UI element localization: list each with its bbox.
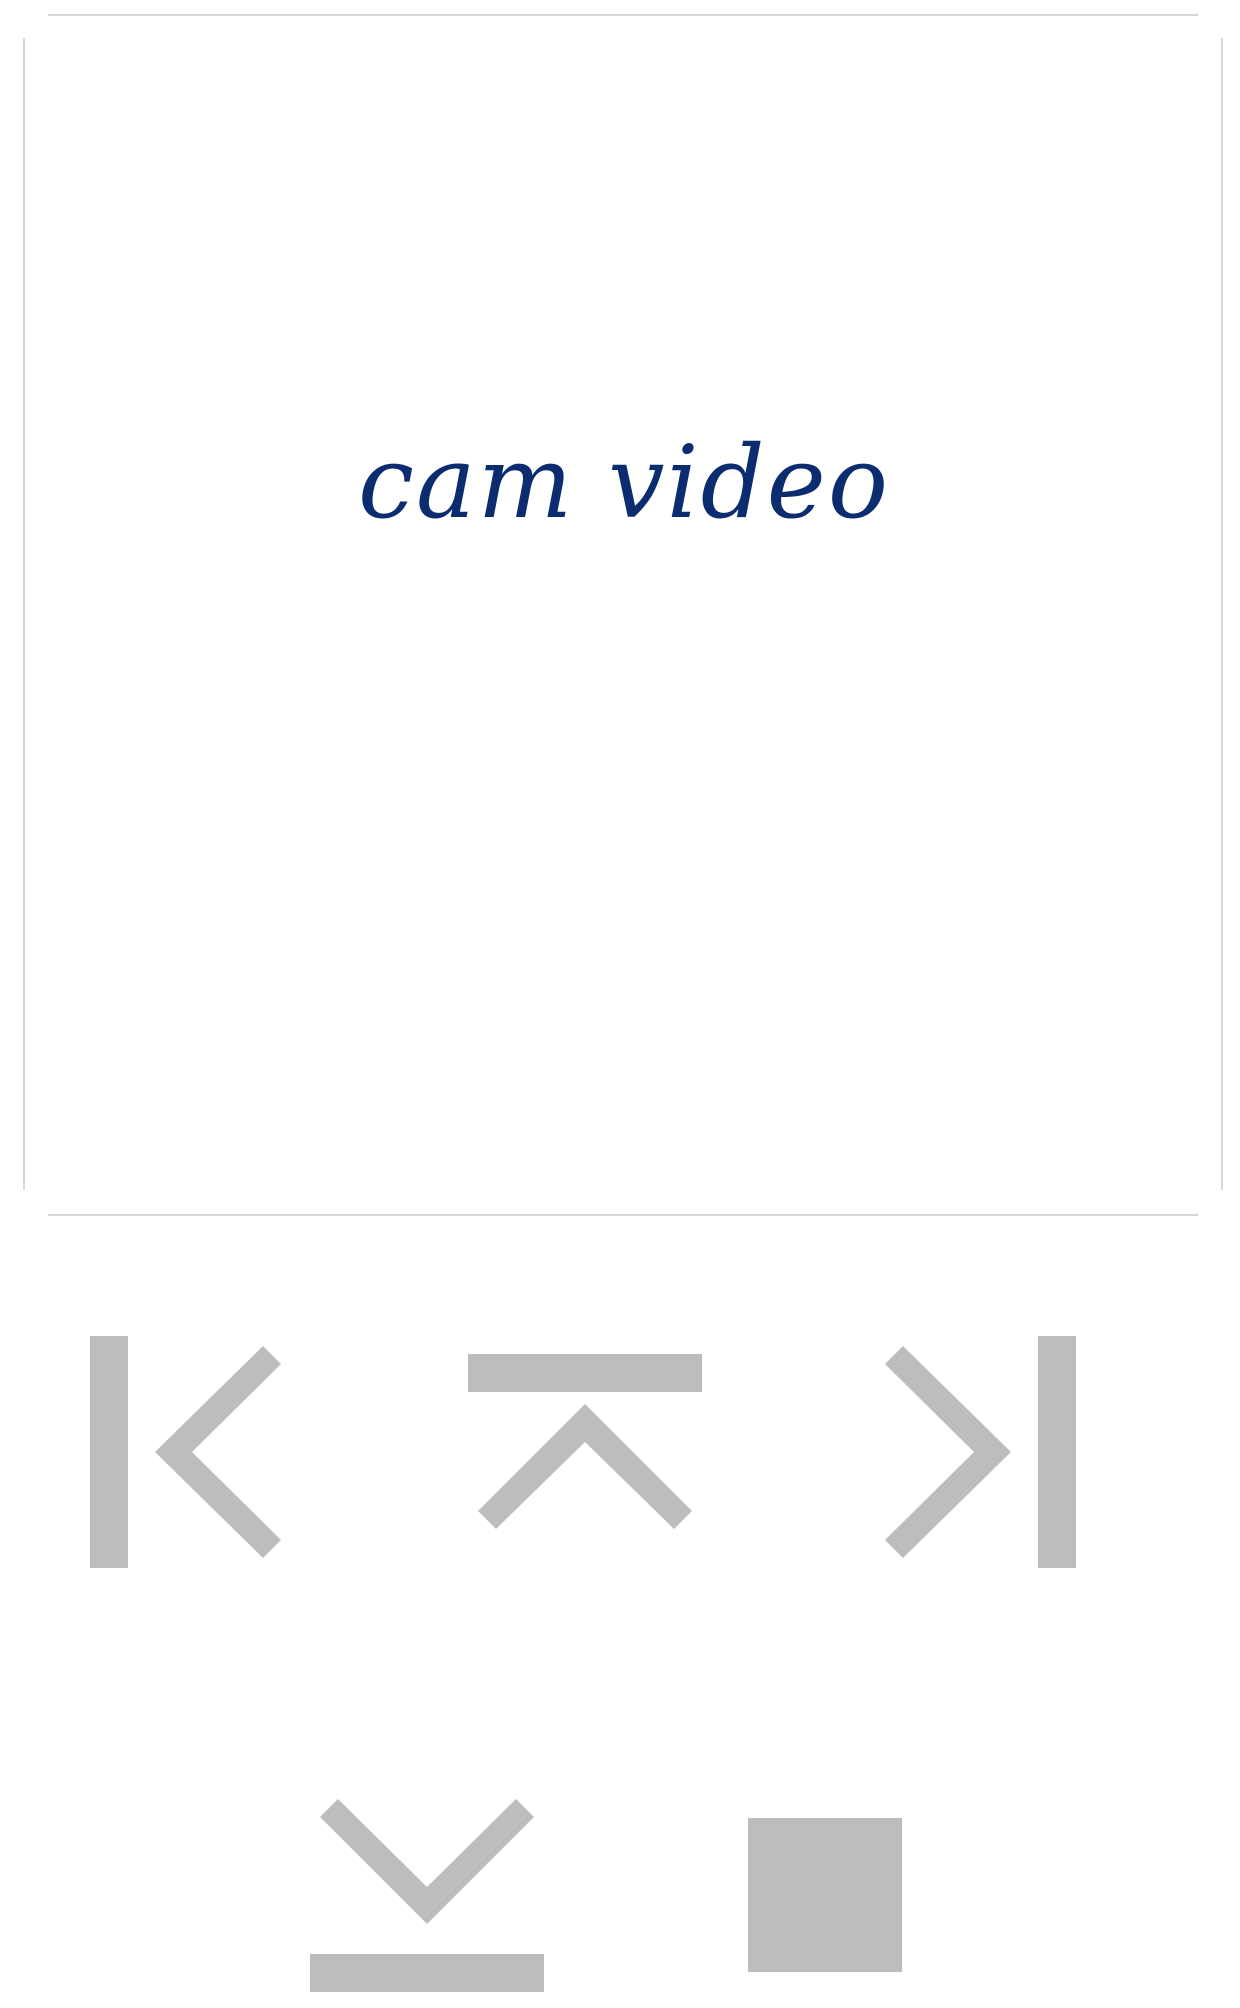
pan-right-button[interactable] xyxy=(882,1336,1078,1568)
stop-square-icon xyxy=(748,1818,902,1972)
pan-left-button[interactable] xyxy=(88,1336,284,1568)
video-label: cam video xyxy=(357,423,891,541)
bottom-divider xyxy=(48,1214,1198,1216)
video-frame: cam video xyxy=(24,38,1224,1190)
arrow-left-bar-icon xyxy=(90,1336,281,1568)
tilt-down-button[interactable] xyxy=(310,1796,544,1992)
arrow-down-bar-icon xyxy=(310,1799,544,1992)
arrow-right-bar-icon xyxy=(885,1336,1076,1568)
stop-button[interactable] xyxy=(748,1818,902,1972)
arrow-up-bar-icon xyxy=(468,1354,702,1529)
tilt-up-button[interactable] xyxy=(468,1354,702,1550)
